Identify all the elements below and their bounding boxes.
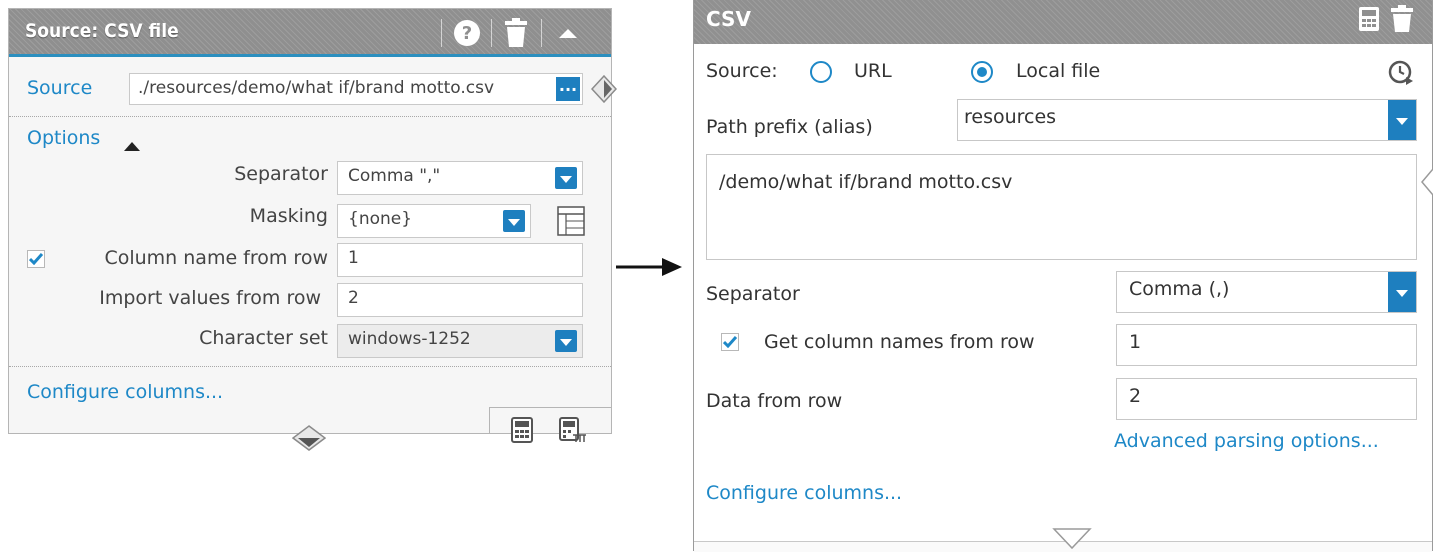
left-csv-source-panel: Source: CSV file ? Source ./resources/de… bbox=[8, 8, 618, 451]
character-set-dropdown[interactable]: windows-1252 bbox=[337, 324, 583, 358]
source-label: Source bbox=[27, 77, 93, 99]
column-name-checkbox[interactable] bbox=[27, 250, 45, 268]
trash-icon[interactable] bbox=[503, 18, 529, 52]
character-set-value: windows-1252 bbox=[348, 329, 471, 349]
bottom-tool-tab bbox=[489, 407, 611, 433]
path-textarea[interactable]: /demo/what if/brand motto.csv bbox=[706, 154, 1417, 260]
connector-diamond-icon[interactable] bbox=[291, 425, 327, 455]
column-names-label: Get column names from row bbox=[764, 331, 1035, 353]
calculator-icon[interactable] bbox=[511, 417, 533, 447]
browse-button[interactable]: ... bbox=[556, 77, 580, 101]
radio-local-file-label: Local file bbox=[1016, 60, 1101, 82]
left-panel-header: Source: CSV file ? bbox=[9, 9, 611, 57]
separator-dropdown-button[interactable] bbox=[1388, 272, 1416, 312]
masking-label: Masking bbox=[249, 205, 328, 227]
dotted-divider bbox=[9, 366, 611, 367]
column-names-row-field[interactable]: 1 bbox=[1116, 324, 1417, 366]
connector-triangle-icon[interactable] bbox=[1052, 528, 1092, 554]
right-csv-panel: CSV Source: URL Local file Path prefix (… bbox=[693, 0, 1434, 554]
arrow-right-icon bbox=[614, 255, 684, 283]
advanced-parsing-link[interactable]: Advanced parsing options... bbox=[1114, 430, 1379, 452]
import-values-row-field[interactable]: 2 bbox=[337, 283, 583, 317]
data-from-row-label: Data from row bbox=[706, 390, 843, 412]
path-value: /demo/what if/brand motto.csv bbox=[719, 171, 1013, 193]
dotted-divider bbox=[9, 116, 611, 117]
left-panel-title: Source: CSV file bbox=[25, 20, 179, 42]
separator-label: Separator bbox=[234, 163, 328, 185]
connector-triangle-icon[interactable] bbox=[1421, 168, 1434, 200]
radio-url-label: URL bbox=[854, 60, 892, 82]
svg-text:?: ? bbox=[462, 23, 472, 44]
source-path-field[interactable]: ./resources/demo/what if/brand motto.csv bbox=[129, 73, 583, 105]
character-set-label: Character set bbox=[199, 327, 328, 349]
calculator-icon[interactable] bbox=[1358, 6, 1380, 36]
source-path-value: ./resources/demo/what if/brand motto.csv bbox=[138, 78, 495, 98]
path-prefix-value: resources bbox=[964, 106, 1057, 128]
header-separator bbox=[491, 19, 492, 47]
collapse-icon[interactable] bbox=[557, 25, 579, 44]
source-label: Source: bbox=[706, 60, 778, 82]
right-panel-header: CSV bbox=[694, 0, 1432, 44]
separator-dropdown-button[interactable] bbox=[555, 167, 577, 189]
connector-diamond-icon[interactable] bbox=[590, 74, 618, 107]
options-toggle[interactable]: Options bbox=[27, 127, 100, 149]
separator-dropdown[interactable]: Comma "," bbox=[337, 161, 583, 195]
column-name-label: Column name from row bbox=[104, 247, 328, 269]
path-prefix-dropdown[interactable]: resources bbox=[957, 99, 1417, 141]
import-values-label: Import values from row bbox=[99, 287, 321, 309]
column-name-row-field[interactable]: 1 bbox=[337, 243, 583, 277]
separator-dropdown[interactable]: Comma (,) bbox=[1116, 271, 1417, 313]
path-prefix-label: Path prefix (alias) bbox=[706, 116, 873, 138]
masking-dropdown-button[interactable] bbox=[503, 210, 525, 232]
path-prefix-dropdown-button[interactable] bbox=[1388, 100, 1416, 140]
history-icon[interactable] bbox=[1388, 60, 1414, 90]
column-names-checkbox[interactable] bbox=[721, 333, 739, 351]
data-from-row-field[interactable]: 2 bbox=[1116, 378, 1417, 420]
header-separator bbox=[541, 19, 542, 47]
radio-url[interactable] bbox=[810, 61, 832, 83]
trash-icon[interactable] bbox=[1390, 5, 1414, 37]
masking-dropdown[interactable]: {none} bbox=[337, 204, 531, 238]
configure-columns-link[interactable]: Configure columns... bbox=[706, 482, 902, 504]
header-separator bbox=[441, 19, 442, 47]
radio-local-file[interactable] bbox=[971, 61, 993, 83]
masking-value: {none} bbox=[348, 209, 413, 229]
separator-value: Comma "," bbox=[348, 166, 441, 186]
help-icon[interactable]: ? bbox=[453, 19, 481, 51]
options-expanded-icon[interactable] bbox=[123, 137, 141, 156]
calculator-grid-icon[interactable] bbox=[559, 417, 587, 447]
character-set-dropdown-button[interactable] bbox=[555, 330, 577, 352]
right-panel-title: CSV bbox=[706, 7, 751, 31]
configure-columns-link[interactable]: Configure columns... bbox=[27, 381, 223, 403]
separator-value: Comma (,) bbox=[1129, 278, 1230, 300]
separator-label: Separator bbox=[706, 283, 800, 305]
masking-table-icon[interactable] bbox=[557, 206, 585, 240]
